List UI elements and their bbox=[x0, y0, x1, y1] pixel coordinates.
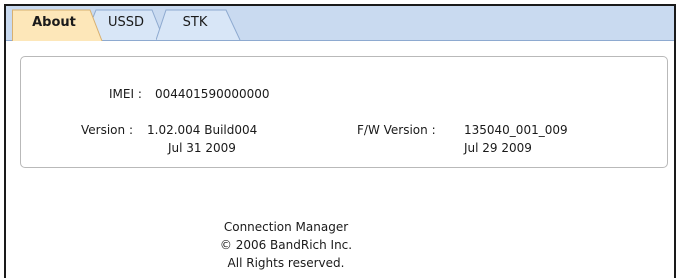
product-name: Connection Manager bbox=[223, 220, 349, 234]
device-info-panel: IMEI : 004401590000000 Version : 1.02.00… bbox=[20, 56, 668, 168]
tab-bar: USSD STK About bbox=[6, 6, 674, 41]
version-label: Version : bbox=[81, 123, 133, 137]
tab-about-label: About bbox=[32, 15, 76, 30]
imei-value: 004401590000000 bbox=[155, 87, 270, 101]
version-date: Jul 31 2009 bbox=[168, 141, 236, 155]
copyright-text: © 2006 BandRich Inc. bbox=[219, 238, 353, 252]
tab-stk[interactable]: STK bbox=[156, 8, 242, 40]
tab-ussd-label: USSD bbox=[107, 15, 145, 30]
version-value: 1.02.004 Build004 bbox=[147, 123, 258, 137]
about-dialog: USSD STK About IMEI : 004401590000000 Ve… bbox=[4, 4, 676, 278]
imei-label: IMEI : bbox=[109, 87, 142, 101]
fw-version-value: 135040_001_009 bbox=[464, 123, 568, 137]
fw-version-label: F/W Version : bbox=[357, 123, 436, 137]
tab-about[interactable]: About bbox=[12, 8, 104, 41]
fw-version-date: Jul 29 2009 bbox=[464, 141, 532, 155]
tab-stk-label: STK bbox=[182, 15, 208, 30]
rights-text: All Rights reserved. bbox=[227, 256, 345, 270]
